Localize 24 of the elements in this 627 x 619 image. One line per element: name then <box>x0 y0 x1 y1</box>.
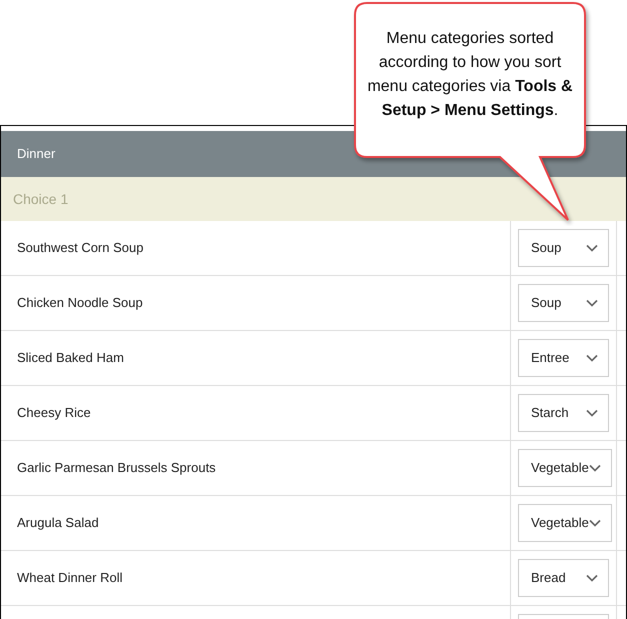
category-dropdown[interactable]: Soup <box>518 229 609 267</box>
menu-item-name: Cheesy Rice <box>17 404 91 422</box>
category-dropdown[interactable]: Vegetable <box>518 504 612 542</box>
chevron-down-icon <box>586 299 598 307</box>
category-dropdown[interactable]: Starch <box>518 394 609 432</box>
menu-item-name: Chicken Noodle Soup <box>17 294 143 312</box>
menu-item-name: Southwest Corn Soup <box>17 239 144 258</box>
menu-item-name: Garlic Parmesan Brussels Sprouts <box>17 459 216 478</box>
chevron-down-icon <box>588 464 601 472</box>
chevron-down-icon <box>586 244 598 252</box>
callout-text: Menu categories sorted according to how you sort menu categories via Tools & Setup > Menu Settings. <box>367 30 573 119</box>
chevron-down-icon <box>586 574 598 582</box>
meal-title: Dinner <box>17 145 56 164</box>
menu-item-name: Sliced Baked Ham <box>17 349 124 368</box>
category-dropdown[interactable]: Entree <box>518 339 609 377</box>
category-dropdown[interactable]: Bread <box>518 559 609 597</box>
chevron-down-icon <box>586 409 598 417</box>
category-dropdown[interactable]: Soup <box>518 284 609 322</box>
menu-item-name: Wheat Dinner Roll <box>17 569 122 588</box>
group-title: Choice 1 <box>13 190 68 208</box>
chevron-down-icon <box>586 354 598 362</box>
category-dropdown[interactable]: Vegetable <box>518 449 612 487</box>
chevron-down-icon <box>588 519 601 527</box>
menu-item-name: Arugula Salad <box>17 514 99 532</box>
